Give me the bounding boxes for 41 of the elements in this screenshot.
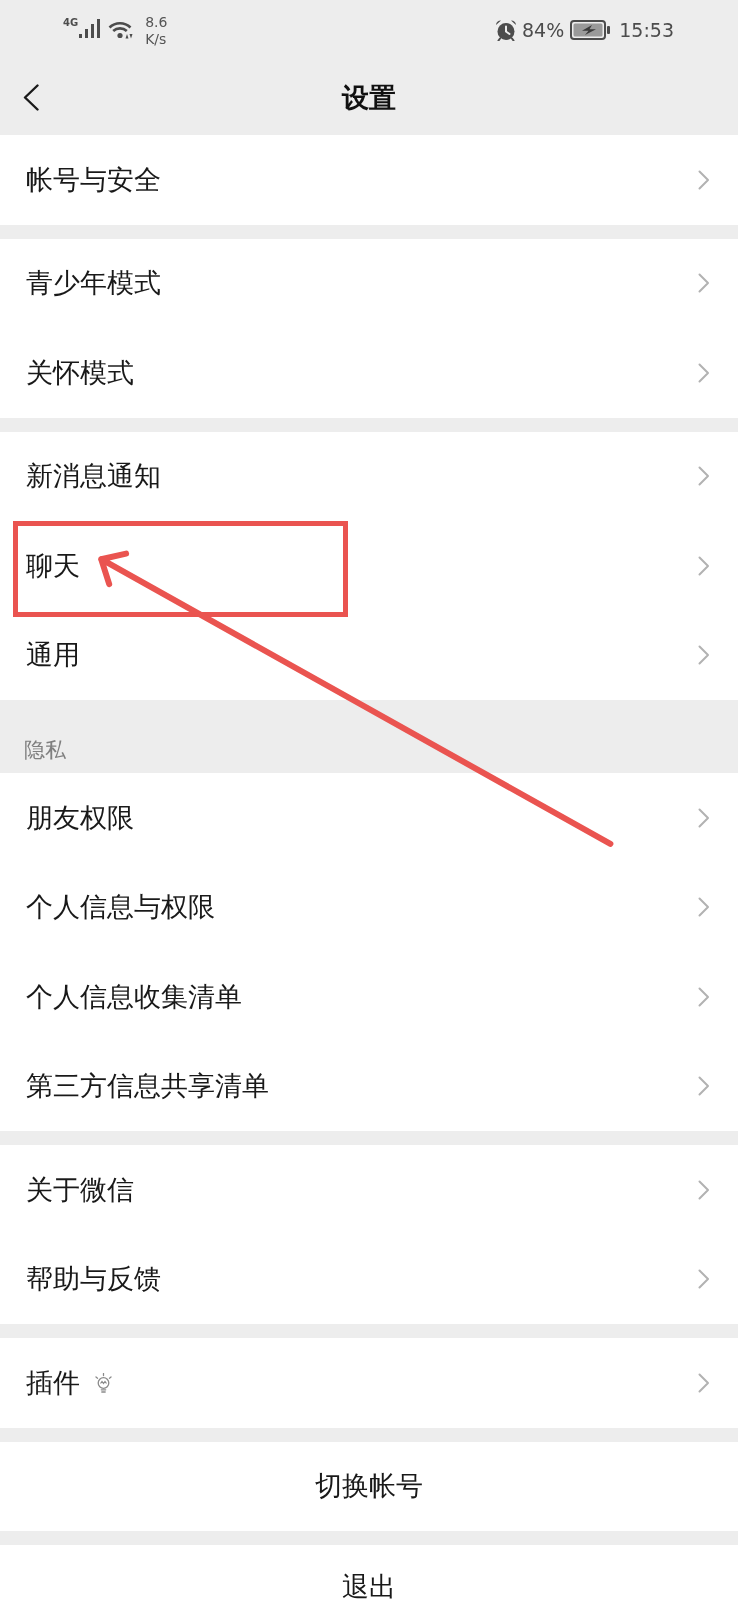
action-button[interactable]: 退出 (0, 1545, 738, 1600)
back-icon (23, 84, 39, 111)
settings-item[interactable]: 新消息通知 (0, 431, 738, 521)
chevron-right-icon (698, 466, 710, 487)
network-type: 4G (63, 18, 79, 28)
action-button[interactable]: 切换帐号 (0, 1441, 738, 1531)
settings-item[interactable]: 第三方信息共享清单 (0, 1041, 738, 1131)
chevron-right-icon (698, 1372, 710, 1393)
settings-item[interactable]: 关于微信 (0, 1145, 738, 1235)
chevron-right-icon (698, 362, 710, 383)
settings-item[interactable]: 关怀模式 (0, 328, 738, 418)
page-title: 设置 (342, 80, 396, 115)
settings-item[interactable]: 通用 (0, 610, 738, 700)
alarm-clock-icon (495, 19, 517, 41)
wifi-icon (107, 19, 134, 39)
settings-item[interactable]: 聊天 (0, 521, 738, 611)
chevron-right-icon (698, 273, 710, 294)
settings-item[interactable]: 个人信息收集清单 (0, 952, 738, 1042)
settings-item[interactable]: 插件 (0, 1338, 738, 1428)
clock-time: 15:53 (619, 19, 674, 41)
chevron-right-icon (698, 986, 710, 1007)
settings-item[interactable]: 帐号与安全 (0, 135, 738, 225)
settings-item[interactable]: 朋友权限 (0, 773, 738, 863)
chevron-right-icon (698, 1076, 710, 1097)
chevron-right-icon (698, 645, 710, 666)
section-header: 隐私 (24, 738, 66, 762)
network-speed: 8.6 (145, 14, 168, 31)
settings-item[interactable]: 个人信息与权限 (0, 862, 738, 952)
chevron-right-icon (698, 169, 710, 190)
chevron-right-icon (698, 807, 710, 828)
settings-item[interactable]: 青少年模式 (0, 238, 738, 328)
settings-item[interactable]: 帮助与反馈 (0, 1234, 738, 1324)
chevron-right-icon (698, 897, 710, 918)
signal-icon (79, 19, 101, 38)
speed-unit: K/s (145, 31, 168, 48)
battery-percent: 84% (522, 19, 565, 41)
battery-charging-icon (570, 20, 611, 40)
chevron-right-icon (698, 1269, 710, 1290)
chevron-right-icon (698, 555, 710, 576)
chevron-right-icon (698, 1179, 710, 1200)
lightbulb-icon (95, 1372, 112, 1393)
